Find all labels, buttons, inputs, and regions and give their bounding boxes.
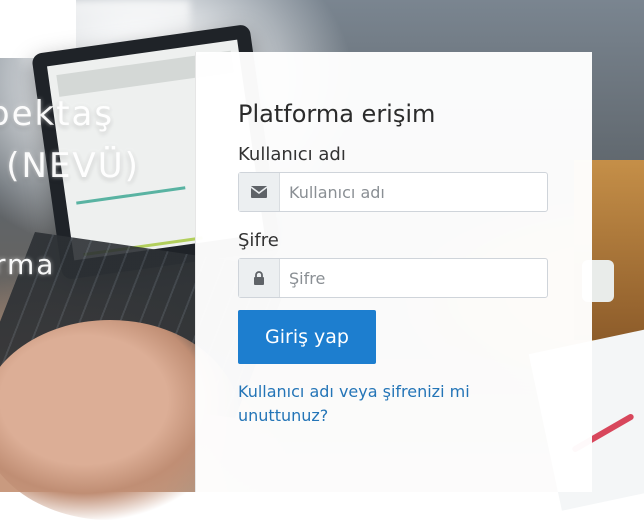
- brand-line-3: rma: [0, 248, 56, 281]
- envelope-icon: [251, 186, 267, 198]
- username-label: Kullanıcı adı: [238, 144, 346, 165]
- brand-line-2: i (NEVÜ): [0, 146, 140, 186]
- username-addon: [239, 173, 280, 211]
- login-panel: Platforma erişim Kullanıcı adı Şifre Gir…: [195, 52, 592, 492]
- password-input[interactable]: [281, 259, 543, 297]
- forgot-password-link[interactable]: Kullanıcı adı veya şifrenizi mi unuttunu…: [238, 380, 548, 428]
- password-label: Şifre: [238, 230, 279, 251]
- brand-line-1: bektaş: [0, 94, 115, 134]
- brand-overlay: bektaş i (NEVÜ) rma: [0, 0, 220, 300]
- lock-icon: [254, 271, 264, 285]
- password-addon: [239, 259, 280, 297]
- login-button[interactable]: Giriş yap: [238, 310, 376, 364]
- username-input[interactable]: [281, 173, 543, 211]
- username-input-group: [238, 172, 548, 212]
- login-title: Platforma erişim: [238, 100, 436, 128]
- password-input-group: [238, 258, 548, 298]
